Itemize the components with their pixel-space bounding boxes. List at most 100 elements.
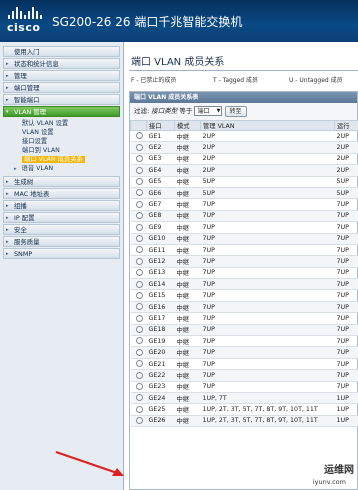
cell-mode: 中继 [174,358,201,371]
row-select-radio[interactable] [135,189,143,197]
cell-admin-vlan: 7UP [200,358,335,371]
table-row[interactable]: GE3 中继 2UP 2UP [130,153,358,166]
row-select-radio[interactable] [135,143,143,151]
table-row[interactable]: GE5 中继 5UP 5UP [130,176,358,188]
sidebar-subitem-voice-vlan[interactable]: ▸ 语音 VLAN [0,164,123,173]
table-row[interactable]: GE24 中继 1UP, 7T 1UP [130,392,358,405]
row-select-radio[interactable] [135,234,143,242]
row-select-radio[interactable] [135,246,143,254]
row-select-radio[interactable] [135,383,143,391]
table-row[interactable]: GE8 中继 7UP 7UP [130,210,358,223]
cell-admin-vlan: 1UP, 2T, 3T, 5T, 7T, 8T, 9T, 10T, 11T [200,415,335,428]
row-select-radio[interactable] [135,132,143,140]
interface-type-select[interactable]: 端口 ▼ [194,106,223,116]
select-cell [130,198,147,211]
cell-admin-vlan: 7UP [200,289,335,302]
row-select-radio[interactable] [135,178,143,185]
row-select-radio[interactable] [135,326,143,334]
filter-bar: 过滤: 接口类型 等于 端口 ▼ 转至 [130,103,357,120]
table-row[interactable]: GE13 中继 7UP 7UP [130,267,358,280]
cell-mode: 中继 [174,233,201,245]
cell-oper-vlan: 2UP [334,141,358,154]
sidebar-item-multicast[interactable]: ▸ 组播 [3,200,120,211]
sidebar-item-spanning-tree[interactable]: ▸ 生成树 [3,176,120,187]
row-select-radio[interactable] [135,257,143,265]
table-row[interactable]: GE14 中继 7UP 7UP [130,278,358,291]
table-row[interactable]: GE22 中继 7UP 7UP [130,369,358,382]
sidebar-item-port-management[interactable]: ▸ 端口管理 [3,82,120,93]
sidebar-item-mac-address-tables[interactable]: ▸ MAC 地址表 [3,188,120,199]
table-row[interactable]: GE15 中继 7UP 7UP [130,289,358,302]
sidebar-subitem-port-to-vlan[interactable]: 端口到 VLAN [0,146,123,155]
sidebar-item-vlan-management[interactable]: ▾ VLAN 管理 [3,106,120,117]
sidebar-item-qos[interactable]: ▸ 服务质量 [3,236,120,247]
table-row[interactable]: GE9 中继 7UP 7UP [130,221,358,234]
expand-arrow-icon: ▸ [6,215,9,221]
table-row[interactable]: GE26 中继 1UP, 2T, 3T, 5T, 7T, 8T, 9T, 10T, … [130,415,358,428]
sidebar-item-label: 使用入门 [14,48,40,56]
sidebar-subitem-port-vlan-membership[interactable]: 端口 VLAN 成员关系 [0,155,123,164]
row-select-radio[interactable] [135,314,143,322]
table-row[interactable]: GE18 中继 7UP 7UP [130,324,358,337]
sidebar-item-label: 智能端口 [14,96,40,104]
row-select-radio[interactable] [135,405,143,413]
cell-admin-vlan: 7UP [200,301,335,314]
sidebar-item-getting-started[interactable]: 使用入门 [3,46,120,57]
table-row[interactable]: GE19 中继 7UP 7UP [130,335,358,348]
table-row[interactable]: GE25 中继 1UP, 2T, 3T, 5T, 7T, 8T, 9T, 10T, … [130,403,358,416]
table-row[interactable]: GE2 中继 2UP 2UP [130,141,358,154]
expand-arrow-icon: ▸ [6,227,9,233]
table-row[interactable]: GE7 中继 7UP 7UP [130,198,358,211]
sidebar-item-snmp[interactable]: ▸ SNMP [3,248,120,259]
row-select-radio[interactable] [135,303,143,311]
select-cell [130,346,147,359]
sidebar-item-administration[interactable]: ▸ 管理 [3,70,120,81]
cell-admin-vlan: 7UP [200,267,335,280]
table-row[interactable]: GE4 中继 2UP 2UP [130,164,358,177]
row-select-radio[interactable] [135,200,143,208]
row-select-radio[interactable] [135,371,143,379]
row-select-radio[interactable] [135,417,143,425]
table-row[interactable]: GE20 中继 7UP 7UP [130,346,358,359]
sidebar-item-smartport[interactable]: ▸ 智能端口 [3,94,120,105]
table-row[interactable]: GE10 中继 7UP 7UP [130,233,358,245]
row-select-radio[interactable] [135,360,143,368]
row-select-radio[interactable] [135,394,143,402]
cell-mode: 中继 [174,210,201,223]
table-row[interactable]: GE21 中继 7UP 7UP [130,358,358,371]
row-select-radio[interactable] [135,223,143,231]
sidebar-item-ip-configuration[interactable]: ▸ IP 配置 [3,212,120,223]
go-button[interactable]: 转至 [224,105,247,117]
table-row[interactable]: GE11 中继 7UP 7UP [130,244,358,257]
sidebar-subitem-vlan-settings[interactable]: VLAN 设置 [0,128,123,137]
table-row[interactable]: GE23 中继 7UP 7UP [130,381,358,394]
sidebar-subitem-interface-settings[interactable]: 接口设置 [0,137,123,146]
cell-interface: GE6 [146,187,175,200]
row-select-radio[interactable] [135,155,143,163]
cell-mode: 中继 [174,335,201,348]
table-row[interactable]: GE12 中继 7UP 7UP [130,255,358,268]
cell-interface: GE13 [146,267,175,280]
table-row[interactable]: GE17 中继 7UP 7UP [130,312,358,325]
row-select-radio[interactable] [135,166,143,174]
cell-oper-vlan: 7UP [334,244,358,257]
sidebar-item-status-statistics[interactable]: ▸ 状态和统计信息 [3,58,120,69]
row-select-radio[interactable] [135,337,143,345]
sidebar-item-security[interactable]: ▸ 安全 [3,224,120,235]
cell-admin-vlan: 7UP [200,278,335,291]
table-row[interactable]: GE6 中继 5UP 5UP [130,187,358,200]
select-cell [130,141,147,154]
row-select-radio[interactable] [135,269,143,277]
cell-admin-vlan: 7UP [200,346,335,359]
sidebar-subitem-default-vlan[interactable]: 默认 VLAN 设置 [0,119,123,128]
table-row[interactable]: GE16 中继 7UP 7UP [130,301,358,314]
row-select-radio[interactable] [135,280,143,288]
row-select-radio[interactable] [135,291,143,299]
cell-admin-vlan: 7UP [200,369,335,382]
row-select-radio[interactable] [135,348,143,356]
cell-oper-vlan: 2UP [334,164,358,177]
table-row[interactable]: GE1 中继 2UP 2UP [130,130,358,143]
select-column-header [130,120,147,131]
select-cell [130,210,147,223]
row-select-radio[interactable] [135,212,143,220]
